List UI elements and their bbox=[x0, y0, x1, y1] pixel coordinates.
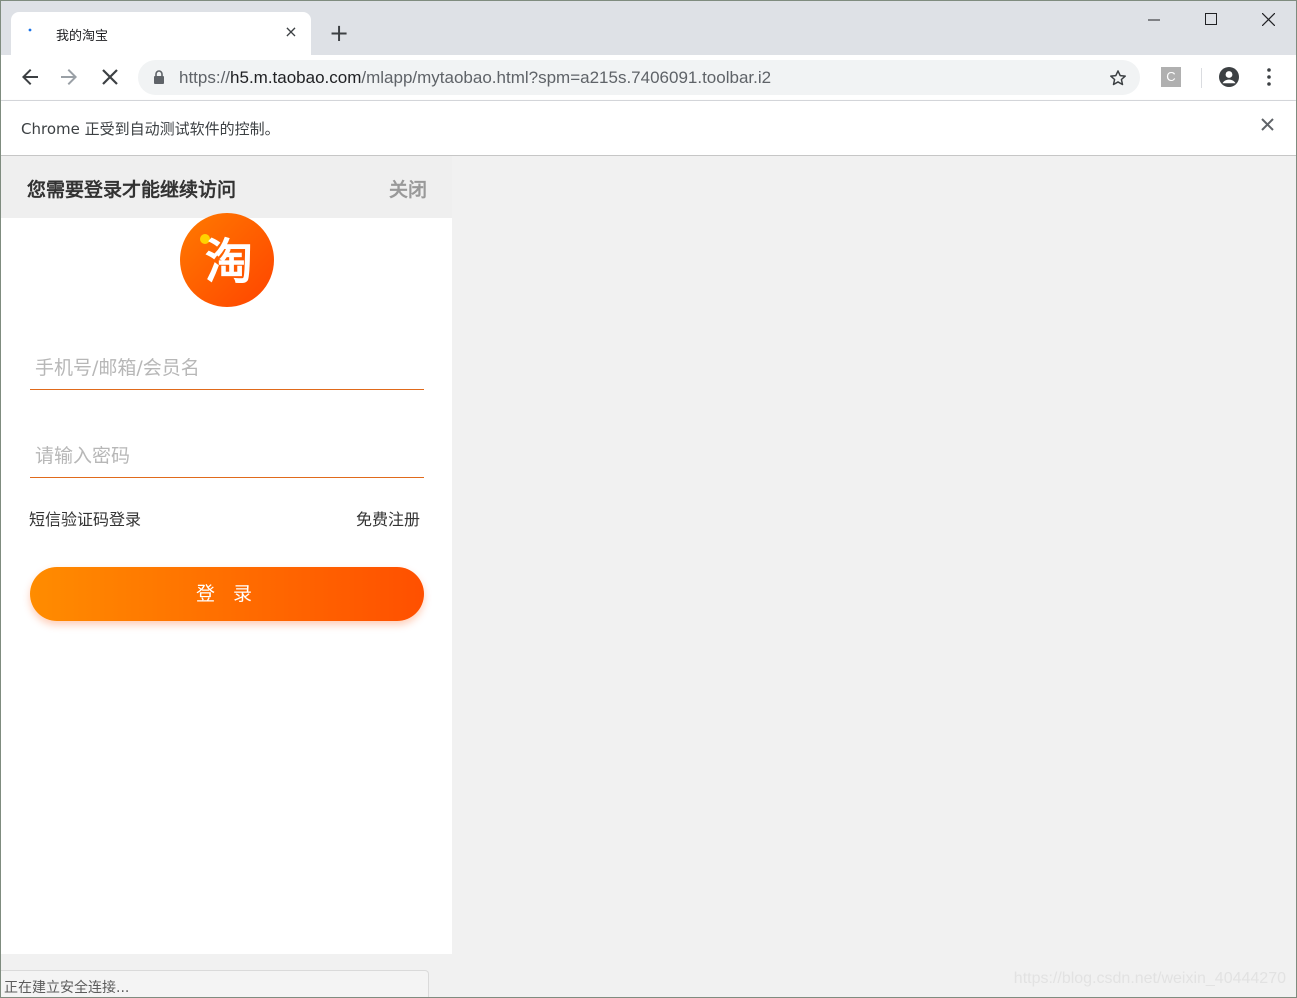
maximize-icon bbox=[1205, 13, 1217, 25]
login-panel: 您需要登录才能继续访问 关闭 淘 短信验证码登录 bbox=[1, 156, 452, 954]
close-window-button[interactable] bbox=[1240, 1, 1296, 37]
url-host: h5.m.taobao.com bbox=[230, 68, 362, 87]
tab-close-icon[interactable]: × bbox=[283, 24, 299, 40]
browser-window: 我的淘宝 × + https://h5.m.taobao.com/mlapp/m… bbox=[0, 0, 1297, 998]
close-icon bbox=[1262, 13, 1275, 26]
watermark-text: https://blog.csdn.net/weixin_40444270 bbox=[1013, 970, 1286, 987]
browser-toolbar: https://h5.m.taobao.com/mlapp/mytaobao.h… bbox=[1, 55, 1296, 101]
bookmark-star-icon[interactable] bbox=[1108, 68, 1128, 88]
username-input[interactable] bbox=[30, 349, 415, 387]
stop-loading-button[interactable] bbox=[98, 65, 124, 91]
password-field[interactable] bbox=[30, 437, 424, 478]
more-vertical-icon bbox=[1267, 68, 1271, 86]
close-icon[interactable] bbox=[1261, 118, 1274, 131]
menu-button[interactable] bbox=[1257, 65, 1283, 91]
login-header: 您需要登录才能继续访问 关闭 bbox=[1, 156, 452, 218]
login-button[interactable]: 登 录 bbox=[30, 567, 424, 621]
url-text[interactable]: https://h5.m.taobao.com/mlapp/mytaobao.h… bbox=[179, 68, 771, 88]
maximize-button[interactable] bbox=[1183, 1, 1241, 37]
status-text: 正在建立安全连接... bbox=[4, 980, 130, 996]
status-bubble: 正在建立安全连接... bbox=[1, 970, 429, 997]
minimize-button[interactable] bbox=[1126, 1, 1184, 37]
password-input[interactable] bbox=[30, 437, 415, 475]
toolbar-divider bbox=[1201, 68, 1202, 88]
minimize-icon bbox=[1148, 19, 1160, 21]
arrow-right-icon bbox=[61, 69, 77, 85]
register-link[interactable]: 免费注册 bbox=[356, 506, 420, 530]
arrow-left-icon bbox=[22, 69, 38, 85]
infobar-message: Chrome 正受到自动测试软件的控制。 bbox=[21, 120, 280, 138]
account-circle-icon bbox=[1219, 67, 1239, 87]
taobao-logo-icon: 淘 bbox=[180, 213, 274, 307]
username-field[interactable] bbox=[30, 349, 424, 390]
loading-spinner-icon bbox=[28, 28, 32, 32]
tab-title: 我的淘宝 bbox=[56, 29, 109, 44]
url-path: /mlapp/mytaobao.html?spm=a215s.7406091.t… bbox=[361, 68, 772, 87]
tab-strip: 我的淘宝 × + bbox=[1, 1, 1296, 55]
tab-mytaobao[interactable]: 我的淘宝 × bbox=[11, 12, 311, 55]
sms-login-link[interactable]: 短信验证码登录 bbox=[29, 506, 141, 530]
url-scheme: https:// bbox=[179, 68, 231, 87]
login-close-button[interactable]: 关闭 bbox=[389, 175, 427, 202]
login-header-title: 您需要登录才能继续访问 bbox=[27, 179, 237, 201]
logo-char: 淘 bbox=[205, 234, 253, 290]
extension-c-icon[interactable]: C bbox=[1161, 67, 1181, 87]
forward-button[interactable] bbox=[57, 65, 83, 91]
automation-infobar: Chrome 正受到自动测试软件的控制。 bbox=[1, 101, 1296, 156]
page-content: 您需要登录才能继续访问 关闭 淘 短信验证码登录 bbox=[1, 156, 1296, 997]
profile-button[interactable] bbox=[1217, 65, 1243, 91]
address-bar[interactable]: https://h5.m.taobao.com/mlapp/mytaobao.h… bbox=[138, 60, 1140, 95]
new-tab-button[interactable]: + bbox=[326, 20, 352, 46]
back-button[interactable] bbox=[18, 65, 44, 91]
lock-icon bbox=[154, 70, 164, 84]
stop-x-icon bbox=[102, 69, 118, 85]
